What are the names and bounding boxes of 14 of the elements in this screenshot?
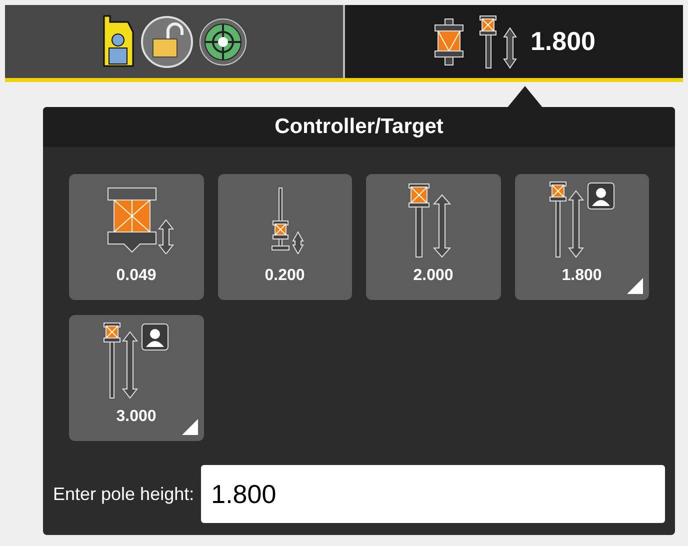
status-tab[interactable] xyxy=(5,5,343,78)
options-corner-icon xyxy=(182,419,198,435)
panel-title: Controller/Target xyxy=(43,107,675,147)
target-option[interactable]: 3.000 xyxy=(69,315,204,441)
target-option[interactable]: 0.200 xyxy=(218,174,352,300)
pole-height-field[interactable]: 1.800 xyxy=(201,465,665,523)
options-corner-icon xyxy=(627,278,643,294)
prism-icon xyxy=(432,18,466,66)
target-option[interactable]: 2.000 xyxy=(366,174,500,300)
pole-height-label: Enter pole height: xyxy=(53,482,194,506)
target-option[interactable]: 0.049 xyxy=(69,174,204,300)
target-option[interactable]: 1.800 xyxy=(514,174,649,300)
unlocked-padlock-icon xyxy=(140,14,194,68)
pole-height-value: 1.800 xyxy=(530,25,596,58)
